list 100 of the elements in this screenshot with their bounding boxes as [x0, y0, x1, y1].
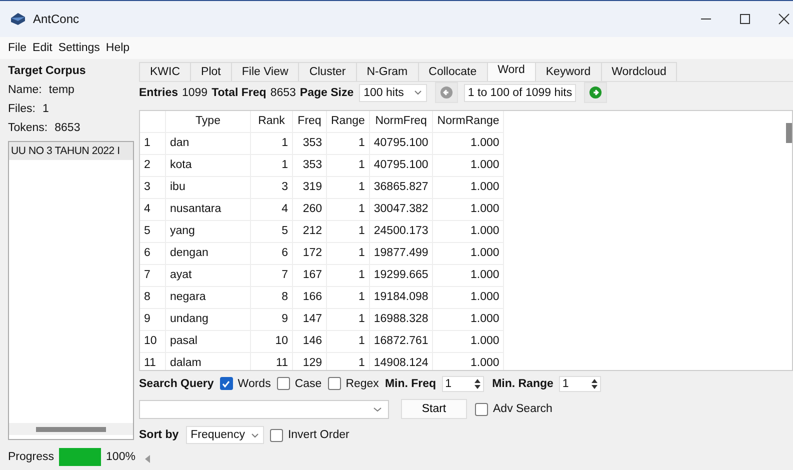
row-number: 11	[140, 352, 166, 370]
table-cell: 1	[326, 264, 370, 286]
table-cell: 4	[250, 198, 292, 220]
checkbox[interactable]	[276, 377, 290, 390]
table-cell: 260	[292, 198, 326, 220]
row-number: 5	[140, 220, 166, 242]
checkbox[interactable]	[220, 377, 233, 390]
table-cell: dalam	[166, 352, 250, 370]
checkbox-label: Words	[238, 378, 271, 390]
menu-item[interactable]: Settings	[58, 42, 100, 54]
table-cell: dan	[166, 132, 250, 154]
checkbox-label: Case	[294, 378, 322, 390]
column-header[interactable]: NormRange	[432, 110, 504, 132]
checkbox[interactable]	[328, 377, 341, 390]
entries-label: Entries	[139, 86, 178, 99]
corpus-file[interactable]: UU NO 3 TAHUN 2022 I	[9, 142, 133, 160]
table-cell: 30047.382	[369, 198, 433, 220]
table-cell: 129	[292, 352, 326, 370]
tab[interactable]: Wordcloud	[600, 62, 678, 81]
search-field[interactable]	[139, 400, 389, 419]
field-value: 1	[42, 103, 49, 115]
table-cell: 1.000	[432, 132, 504, 154]
table-cell: 10	[250, 330, 292, 352]
table-cell: 353	[292, 154, 326, 176]
scroll-left-icon[interactable]	[145, 455, 151, 464]
table-cell: 1	[326, 352, 370, 370]
spin-arrows-icon	[591, 378, 598, 390]
table-cell: 16988.328	[369, 308, 433, 330]
table-cell: 1.000	[432, 220, 504, 242]
page-size-label: Page Size	[300, 86, 354, 99]
table-cell: 6	[250, 242, 292, 264]
close-icon[interactable]	[778, 13, 790, 25]
min-freq-label: Min. Freq	[384, 378, 436, 390]
row-number: 8	[140, 286, 166, 308]
column-header[interactable]: NormFreq	[369, 110, 433, 132]
field-label: Name:	[8, 84, 42, 96]
column-header[interactable]: Type	[166, 110, 250, 132]
table-cell: 1	[326, 242, 370, 264]
menu-item[interactable]: Help	[106, 42, 130, 54]
field-value: temp	[48, 84, 74, 96]
field-label: Files:	[8, 103, 36, 115]
table-cell: ayat	[166, 264, 250, 286]
table-cell: 353	[292, 132, 326, 154]
entries-value: 1099	[182, 86, 208, 99]
table-cell: 40795.100	[369, 132, 433, 154]
table-cell: 14908.124	[369, 352, 433, 370]
column-header[interactable]: Freq	[292, 110, 326, 132]
tab[interactable]: Word	[486, 62, 536, 81]
table-cell: pasal	[166, 330, 250, 352]
check-icon	[221, 378, 232, 389]
table-cell: 9	[250, 308, 292, 330]
table-cell: 7	[250, 264, 292, 286]
table-cell: 319	[292, 176, 326, 198]
maximize-icon[interactable]	[739, 13, 751, 25]
table-cell: 1.000	[432, 352, 504, 370]
tab[interactable]: KWIC	[139, 62, 192, 81]
progress-label: Progress	[8, 451, 54, 463]
total-freq-label: Total Freq	[212, 86, 266, 99]
table-cell: 24500.173	[369, 220, 433, 242]
table-cell: 172	[292, 242, 326, 264]
table-cell: 1	[326, 330, 370, 352]
table-cell: undang	[166, 308, 250, 330]
previous-button[interactable]	[434, 82, 458, 104]
checkbox[interactable]	[270, 428, 283, 442]
table-cell: 19184.098	[369, 286, 433, 308]
scrollbar-thumb[interactable]	[786, 122, 792, 143]
checkbox[interactable]	[475, 402, 488, 416]
table-cell: yang	[166, 220, 250, 242]
field-value: 8653	[54, 122, 80, 134]
sort-dropdown[interactable]: Frequency	[186, 426, 264, 444]
scrollbar-thumb[interactable]	[36, 426, 106, 432]
table-cell: 1	[250, 132, 292, 154]
menu-item[interactable]: Edit	[32, 42, 52, 54]
menu-item[interactable]: File	[8, 42, 27, 54]
page-size-dropdown[interactable]: 100 hits	[358, 84, 427, 102]
row-number: 6	[140, 242, 166, 264]
table-cell: 36865.827	[369, 176, 433, 198]
table-cell: 212	[292, 220, 326, 242]
row-number: 10	[140, 330, 166, 352]
row-number: 2	[140, 154, 166, 176]
start-button[interactable]: Start	[401, 399, 467, 420]
min-range-spinner[interactable]: 1	[559, 376, 602, 392]
table-cell: 1	[326, 220, 370, 242]
sort-by-label: Sort by	[139, 429, 179, 442]
table-cell: 1	[326, 154, 370, 176]
table-cell: 3	[250, 176, 292, 198]
column-header[interactable]: Rank	[250, 110, 292, 132]
column-header[interactable]: Range	[326, 110, 370, 132]
table-cell: nusantara	[166, 198, 250, 220]
table-cell: 1.000	[432, 264, 504, 286]
table-cell: ibu	[166, 176, 250, 198]
table-cell: 1.000	[432, 198, 504, 220]
min-range-label: Min. Range	[492, 378, 554, 390]
checkbox-label: Adv Search	[493, 403, 552, 416]
chevron-icon	[373, 406, 382, 412]
min-freq-spinner[interactable]: 1	[442, 376, 484, 392]
checkbox-label: Invert Order	[288, 429, 350, 442]
table-cell: 1	[326, 286, 370, 308]
window-title: AntConc	[33, 12, 80, 26]
next-button[interactable]	[584, 82, 608, 104]
